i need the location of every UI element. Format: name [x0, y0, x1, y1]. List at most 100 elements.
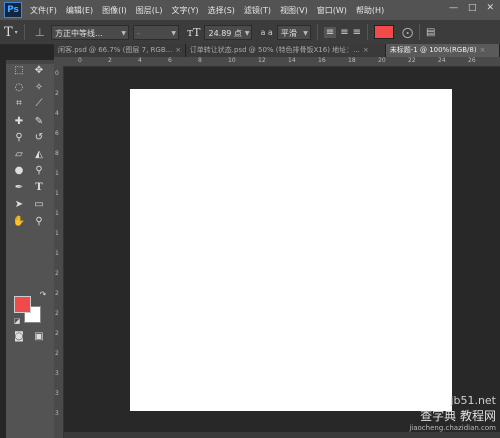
menu-layer[interactable]: 图层(L) — [136, 5, 163, 16]
ruler-tick-label: 8 — [198, 57, 202, 64]
ruler-tick-label: 3 — [55, 390, 59, 397]
pen-tool-icon[interactable]: ✒ — [12, 181, 26, 195]
ruler-tick-label: 14 — [288, 57, 296, 64]
text-orientation-icon[interactable]: ⊥ — [35, 26, 45, 39]
chevron-down-icon: ▼ — [171, 29, 177, 37]
menu-type[interactable]: 文字(Y) — [171, 5, 198, 16]
rectangle-tool-icon[interactable]: ▭ — [32, 198, 46, 212]
close-icon[interactable]: × — [480, 46, 486, 54]
options-bar: T ▾ ⊥ 方正中等线... ▼ - ▼ ᴛT 24.89 点 ▼ a a 平滑 ▼ ≡… — [0, 20, 500, 45]
align-center-icon[interactable]: ≡ — [340, 27, 348, 38]
character-panel-icon[interactable]: ▤ — [426, 27, 435, 38]
document-canvas[interactable] — [130, 89, 452, 411]
clone-stamp-tool-icon[interactable]: ⚲ — [12, 131, 26, 145]
ruler-tick-label: 26 — [468, 57, 476, 64]
watermark-main: 查字典 教程网 — [420, 409, 496, 423]
menu-filter[interactable]: 滤镜(T) — [244, 5, 271, 16]
chevron-down-icon: ▼ — [303, 29, 308, 37]
ruler-tick-label: 2 — [55, 330, 59, 337]
tab-document-2[interactable]: 订单转让状态.psd @ 50% (特色排骨饭X16) 地址：... × — [185, 44, 386, 57]
menu-file[interactable]: 文件(F) — [30, 5, 57, 16]
menu-view[interactable]: 视图(V) — [280, 5, 308, 16]
swap-colors-icon[interactable]: ↷ — [36, 288, 50, 302]
document-tab-bar: 闲客.psd @ 66.7% (图层 7, RGB... × 订单转让状态.psd… — [54, 44, 500, 57]
ruler-tick-label: 10 — [228, 57, 236, 64]
text-tool-icon[interactable]: T — [4, 25, 13, 40]
menu-image[interactable]: 图像(I) — [102, 5, 127, 16]
ruler-tick-label: 3 — [55, 410, 59, 417]
magic-wand-tool-icon[interactable]: ✧ — [32, 81, 46, 95]
hand-tool-icon[interactable]: ✋ — [12, 215, 26, 229]
tab-document-3[interactable]: 未标题-1 @ 100%(RGB/8) × — [385, 44, 500, 57]
history-brush-tool-icon[interactable]: ↺ — [32, 131, 46, 145]
chevron-down-icon: ▼ — [244, 29, 250, 37]
menu-window[interactable]: 窗口(W) — [317, 5, 347, 16]
close-button[interactable]: ✕ — [486, 3, 494, 13]
ruler-tick-label: 0 — [55, 70, 59, 77]
menu-edit[interactable]: 编辑(E) — [66, 5, 93, 16]
menu-help[interactable]: 帮助(H) — [356, 5, 384, 16]
dodge-tool-icon[interactable]: ⚲ — [32, 164, 46, 178]
healing-brush-tool-icon[interactable]: ✚ — [12, 115, 26, 129]
ruler-tick-label: 8 — [55, 150, 59, 157]
marquee-tool-icon[interactable]: ⬚ — [12, 64, 26, 78]
blur-tool-icon[interactable]: ● — [12, 164, 26, 178]
font-family-select[interactable]: 方正中等线... ▼ — [51, 24, 130, 40]
text-color-swatch[interactable] — [374, 25, 395, 39]
lasso-tool-icon[interactable]: ◌ — [12, 81, 26, 95]
eyedropper-tool-icon[interactable]: ⟋ — [32, 97, 46, 111]
watermark: jb51.net 查字典 教程网 jiaocheng.chazidian.com — [409, 394, 496, 432]
ruler-tick-label: 0 — [78, 57, 82, 64]
watermark-site: jb51.net — [450, 394, 496, 407]
minimize-button[interactable]: — — [449, 3, 458, 13]
brush-tool-icon[interactable]: ✎ — [32, 115, 46, 129]
align-left-icon[interactable]: ≡ — [323, 26, 337, 38]
font-size-select[interactable]: 24.89 点 ▼ — [204, 24, 253, 40]
ruler-tick-label: 1 — [55, 170, 59, 177]
ruler-tick-label: 20 — [378, 57, 386, 64]
paint-bucket-tool-icon[interactable]: ◭ — [32, 148, 46, 162]
warp-text-icon[interactable]: ⨀ — [402, 26, 413, 39]
menu-bar: Ps 文件(F) 编辑(E) 图像(I) 图层(L) 文字(Y) 选择(S) 滤… — [0, 0, 500, 20]
quick-mask-icon[interactable]: ◙ — [12, 330, 26, 344]
tab-document-1[interactable]: 闲客.psd @ 66.7% (图层 7, RGB... × — [54, 44, 186, 57]
font-size-icon: ᴛT — [187, 25, 201, 39]
watermark-url: jiaocheng.chazidian.com — [409, 424, 496, 432]
ruler-tick-label: 3 — [55, 370, 59, 377]
ruler-tick-label: 16 — [318, 57, 326, 64]
tool-preset-chevron-icon[interactable]: ▾ — [15, 29, 18, 36]
eraser-tool-icon[interactable]: ▱ — [12, 148, 26, 162]
ruler-tick-label: 2 — [108, 57, 112, 64]
photoshop-logo: Ps — [4, 2, 22, 18]
vertical-ruler: 0 2 4 6 8 1 1 1 1 1 2 2 2 2 2 3 3 3 — [54, 66, 64, 438]
type-tool-icon[interactable]: T — [32, 181, 46, 195]
restore-button[interactable]: □ — [468, 3, 477, 13]
menu-select[interactable]: 选择(S) — [208, 5, 235, 16]
ruler-tick-label: 12 — [258, 57, 266, 64]
ruler-tick-label: 2 — [55, 270, 59, 277]
font-style-select[interactable]: - ▼ — [133, 24, 180, 40]
ruler-tick-label: 6 — [55, 130, 59, 137]
align-right-icon[interactable]: ≡ — [353, 27, 361, 38]
path-selection-tool-icon[interactable]: ➤ — [12, 198, 26, 212]
ruler-tick-label: 2 — [55, 90, 59, 97]
default-colors-icon[interactable]: ◪ — [10, 314, 24, 328]
foreground-color-swatch[interactable] — [14, 296, 31, 313]
ruler-tick-label: 24 — [438, 57, 446, 64]
move-tool-icon[interactable]: ✥ — [32, 64, 46, 78]
horizontal-scrollbar[interactable] — [64, 432, 500, 438]
screen-mode-icon[interactable]: ▣ — [32, 330, 46, 344]
ruler-tick-label: 4 — [138, 57, 142, 64]
tools-panel: ⬚ ✥ ◌ ✧ ⌗ ⟋ ✚ ✎ ⚲ ↺ ▱ ◭ ● ⚲ ✒ T ➤ ▭ ✋ ⚲ … — [6, 60, 55, 438]
ruler-tick-label: 1 — [55, 230, 59, 237]
window-controls: — □ ✕ — [449, 3, 494, 13]
close-icon[interactable]: × — [363, 46, 369, 54]
horizontal-ruler: 0 2 4 6 8 10 12 14 16 18 20 22 24 26 — [54, 57, 500, 67]
ruler-tick-label: 2 — [55, 350, 59, 357]
close-icon[interactable]: × — [175, 46, 181, 54]
antialias-select[interactable]: 平滑 ▼ — [276, 24, 311, 40]
crop-tool-icon[interactable]: ⌗ — [12, 97, 26, 111]
ruler-tick-label: 1 — [55, 190, 59, 197]
antialias-icon: a a — [260, 27, 273, 37]
zoom-tool-icon[interactable]: ⚲ — [32, 215, 46, 229]
